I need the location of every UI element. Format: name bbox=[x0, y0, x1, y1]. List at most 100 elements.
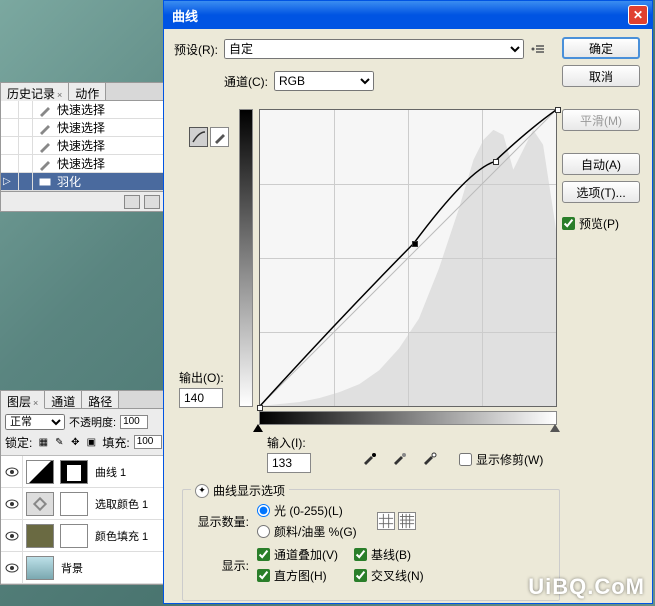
history-item[interactable]: 快速选择 bbox=[1, 137, 164, 155]
smooth-button[interactable]: 平滑(M) bbox=[562, 109, 640, 131]
visibility-toggle[interactable] bbox=[1, 552, 23, 583]
history-list: 快速选择 快速选择 快速选择 快速选择 ▷羽化 bbox=[1, 101, 164, 191]
layers-controls: 正常 不透明度: 100 锁定: ▦ ✎ ✥ ▣ 填充: 100 bbox=[1, 409, 167, 456]
close-icon[interactable]: × bbox=[57, 90, 62, 100]
lock-position-icon[interactable]: ✥ bbox=[68, 435, 82, 449]
visibility-toggle[interactable] bbox=[1, 488, 23, 519]
collapse-icon[interactable]: ✦ bbox=[195, 484, 209, 498]
show-clipping-label: 显示修剪(W) bbox=[476, 451, 543, 468]
grid-detailed-button[interactable] bbox=[398, 512, 416, 530]
brush-icon bbox=[36, 121, 54, 135]
curve-point[interactable] bbox=[412, 241, 418, 247]
white-eyedropper[interactable] bbox=[419, 449, 439, 467]
curve-line bbox=[260, 110, 556, 406]
show-clipping-checkbox[interactable] bbox=[459, 453, 472, 466]
history-item[interactable]: 快速选择 bbox=[1, 155, 164, 173]
layer-thumb[interactable] bbox=[26, 524, 54, 548]
light-radio[interactable] bbox=[257, 504, 270, 517]
brush-icon bbox=[36, 139, 54, 153]
history-item[interactable]: 快速选择 bbox=[1, 119, 164, 137]
layer-thumb[interactable] bbox=[26, 556, 54, 580]
input-input[interactable] bbox=[267, 453, 311, 473]
layer-thumb[interactable] bbox=[26, 460, 54, 484]
layer-name: 颜色填充 1 bbox=[95, 528, 148, 544]
grid-simple-button[interactable] bbox=[377, 512, 395, 530]
output-input[interactable] bbox=[179, 388, 223, 408]
fill-label: 填充: bbox=[102, 434, 129, 451]
watermark: UiBQ.CoM bbox=[528, 574, 645, 600]
layer-name: 选取颜色 1 bbox=[95, 496, 148, 512]
preset-select[interactable]: 自定 bbox=[224, 39, 524, 59]
history-footer bbox=[1, 191, 164, 211]
lock-all-icon[interactable]: ▣ bbox=[84, 435, 98, 449]
history-item-label: 快速选择 bbox=[57, 137, 105, 154]
curve-display-options: ✦ 曲线显示选项 显示数量: 光 (0-255)(L) 颜料/油墨 %(G) 显… bbox=[182, 489, 560, 601]
input-label: 输入(I): bbox=[267, 434, 311, 451]
titlebar[interactable]: 曲线 ✕ bbox=[164, 1, 652, 29]
preset-label: 预设(R): bbox=[174, 41, 218, 58]
history-item-label: 快速选择 bbox=[57, 155, 105, 172]
layer-item[interactable]: 背景 bbox=[1, 552, 167, 584]
layers-panel: 图层× 通道 路径 正常 不透明度: 100 锁定: ▦ ✎ ✥ ▣ 填充: 1… bbox=[0, 390, 168, 585]
white-point-slider[interactable] bbox=[550, 424, 560, 432]
intersection-checkbox[interactable] bbox=[354, 569, 367, 582]
gray-eyedropper[interactable] bbox=[389, 449, 409, 467]
eye-icon bbox=[5, 531, 19, 541]
layer-mask[interactable] bbox=[60, 524, 88, 548]
lock-pixels-icon[interactable]: ✎ bbox=[52, 435, 66, 449]
blend-mode-select[interactable]: 正常 bbox=[5, 414, 65, 430]
tab-paths[interactable]: 路径 bbox=[82, 391, 119, 408]
layer-thumb[interactable] bbox=[26, 492, 54, 516]
close-button[interactable]: ✕ bbox=[628, 5, 648, 25]
lock-transparency-icon[interactable]: ▦ bbox=[36, 435, 50, 449]
visibility-toggle[interactable] bbox=[1, 456, 23, 487]
channel-select[interactable]: RGB bbox=[274, 71, 374, 91]
curve-point[interactable] bbox=[493, 159, 499, 165]
ok-button[interactable]: 确定 bbox=[562, 37, 640, 59]
new-snapshot-button[interactable] bbox=[124, 195, 140, 209]
curve-point-tool[interactable] bbox=[189, 127, 208, 147]
history-item-label: 快速选择 bbox=[57, 119, 105, 136]
options-button[interactable]: 选项(T)... bbox=[562, 181, 640, 203]
curve-point[interactable] bbox=[555, 107, 561, 113]
fill-input[interactable]: 100 bbox=[134, 435, 162, 449]
trash-button[interactable] bbox=[144, 195, 160, 209]
tab-history[interactable]: 历史记录× bbox=[1, 83, 69, 101]
layer-item[interactable]: 选取颜色 1 bbox=[1, 488, 167, 520]
preview-checkbox[interactable] bbox=[562, 217, 575, 230]
eye-icon bbox=[5, 499, 19, 509]
display-amount-label: 显示数量: bbox=[193, 513, 249, 530]
tab-layers[interactable]: 图层× bbox=[1, 391, 45, 409]
black-point-slider[interactable] bbox=[253, 424, 263, 432]
history-panel: 历史记录× 动作 快速选择 快速选择 快速选择 快速选择 ▷羽化 bbox=[0, 82, 165, 212]
preset-menu-icon[interactable] bbox=[530, 43, 546, 55]
curve-graph[interactable] bbox=[259, 109, 557, 407]
layer-name: 背景 bbox=[61, 560, 83, 576]
cancel-button[interactable]: 取消 bbox=[562, 65, 640, 87]
layer-item[interactable]: 颜色填充 1 bbox=[1, 520, 167, 552]
layer-item[interactable]: 曲线 1 bbox=[1, 456, 167, 488]
history-item[interactable]: ▷羽化 bbox=[1, 173, 164, 191]
close-icon[interactable]: × bbox=[33, 398, 38, 408]
histogram-checkbox[interactable] bbox=[257, 569, 270, 582]
tab-actions[interactable]: 动作 bbox=[69, 83, 106, 100]
baseline-checkbox[interactable] bbox=[354, 548, 367, 561]
layers-tabs: 图层× 通道 路径 bbox=[1, 391, 167, 409]
dialog-body: 预设(R): 自定 通道(C): RGB bbox=[164, 29, 652, 603]
ink-radio[interactable] bbox=[257, 525, 270, 538]
layer-name: 曲线 1 bbox=[95, 464, 126, 480]
black-eyedropper[interactable] bbox=[359, 449, 379, 467]
brush-icon bbox=[36, 103, 54, 117]
curves-dialog: 曲线 ✕ 预设(R): 自定 通道(C): RGB bbox=[163, 0, 653, 604]
baseline-label: 基线(B) bbox=[371, 546, 411, 563]
layer-mask[interactable] bbox=[60, 492, 88, 516]
auto-button[interactable]: 自动(A) bbox=[562, 153, 640, 175]
visibility-toggle[interactable] bbox=[1, 520, 23, 551]
curve-pencil-tool[interactable] bbox=[210, 127, 229, 147]
tab-channels[interactable]: 通道 bbox=[45, 391, 82, 408]
show-label: 显示: bbox=[193, 557, 249, 574]
layer-mask[interactable] bbox=[60, 460, 88, 484]
opacity-input[interactable]: 100 bbox=[120, 415, 148, 429]
channel-overlay-checkbox[interactable] bbox=[257, 548, 270, 561]
history-item[interactable]: 快速选择 bbox=[1, 101, 164, 119]
